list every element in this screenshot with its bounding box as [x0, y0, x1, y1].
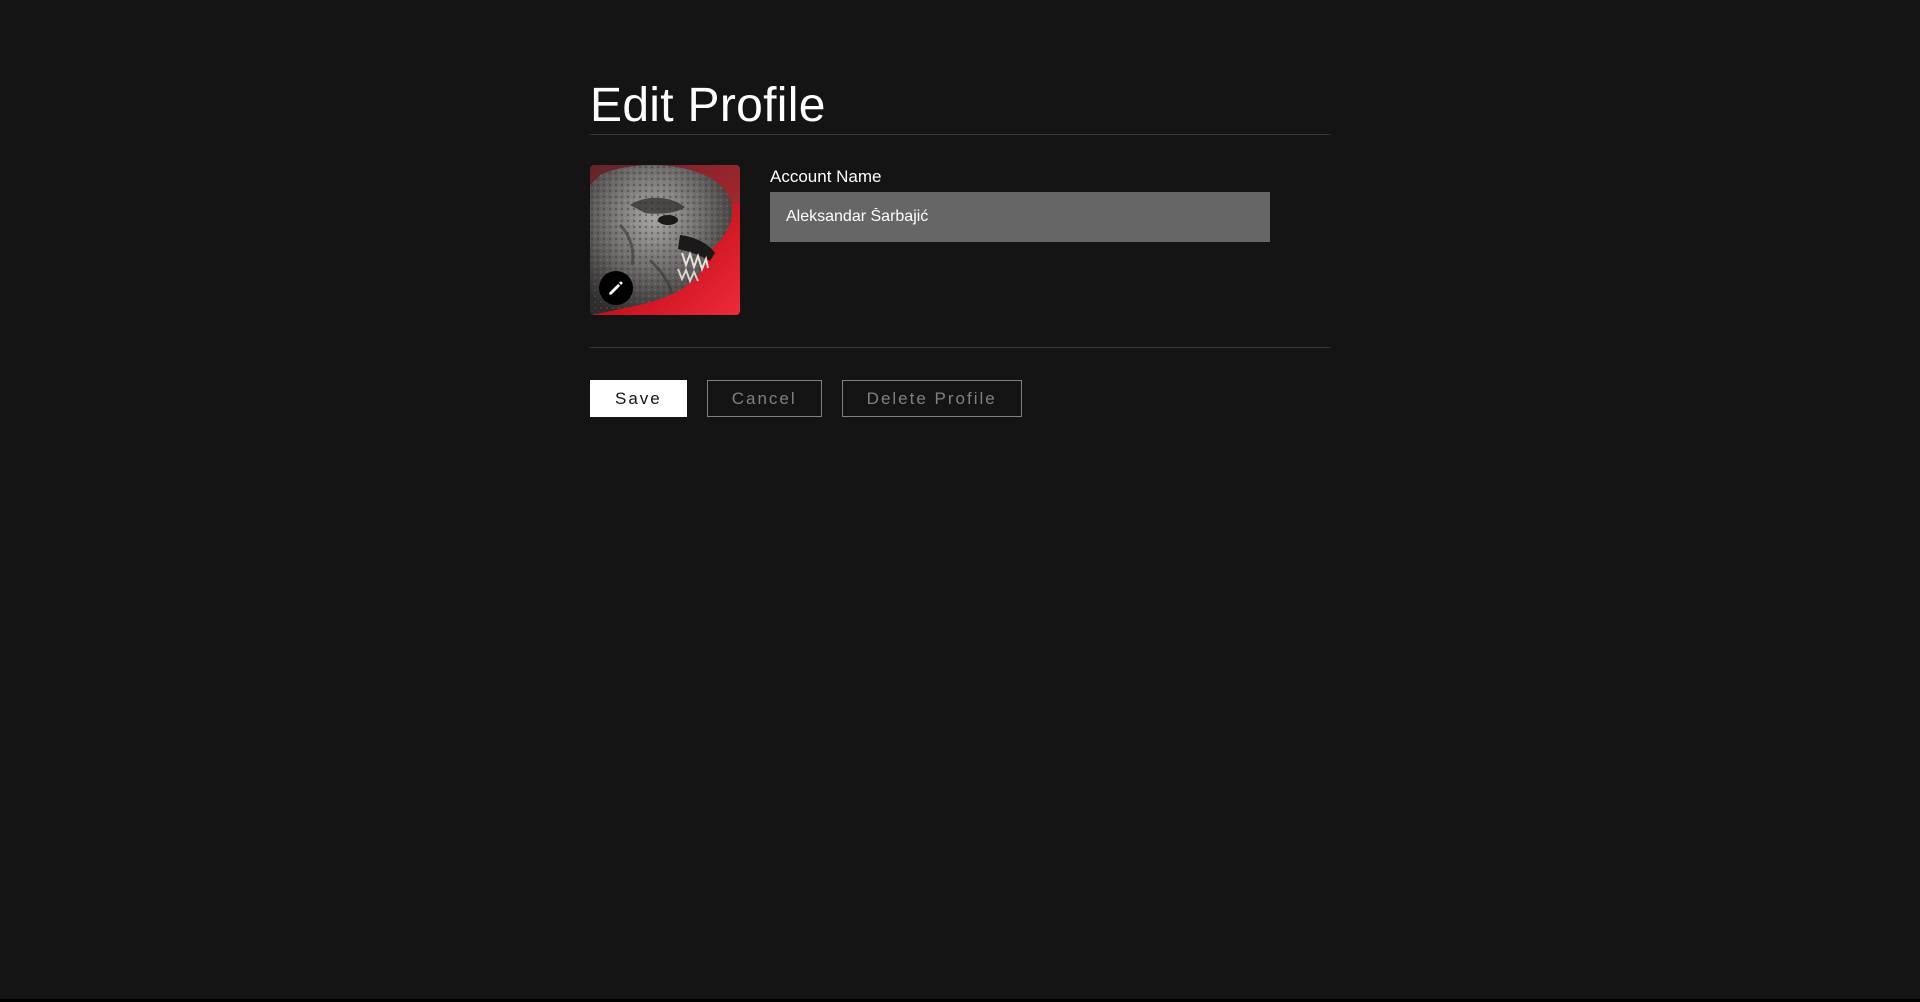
profile-fields: Account Name [770, 165, 1270, 242]
pencil-icon [609, 281, 623, 295]
edit-profile-page: Edit Profile Account Name Aleksandar Šar… [0, 0, 1920, 1002]
page-title: Edit Profile [590, 79, 826, 132]
profile-row: Account Name [590, 135, 1330, 347]
edit-avatar-button[interactable] [599, 271, 633, 305]
profile-avatar[interactable] [590, 165, 740, 315]
edit-profile-panel: Edit Profile Account Name Aleksandar Šar… [590, 76, 1330, 417]
account-name-label: Account Name [770, 167, 882, 186]
account-name-input[interactable] [770, 192, 1270, 242]
cancel-button[interactable]: Cancel [706, 380, 822, 417]
delete-profile-button[interactable]: Delete Profile [841, 380, 1022, 417]
save-button[interactable]: Save [590, 380, 687, 417]
action-buttons: Save Cancel Delete Profile [590, 348, 1330, 417]
